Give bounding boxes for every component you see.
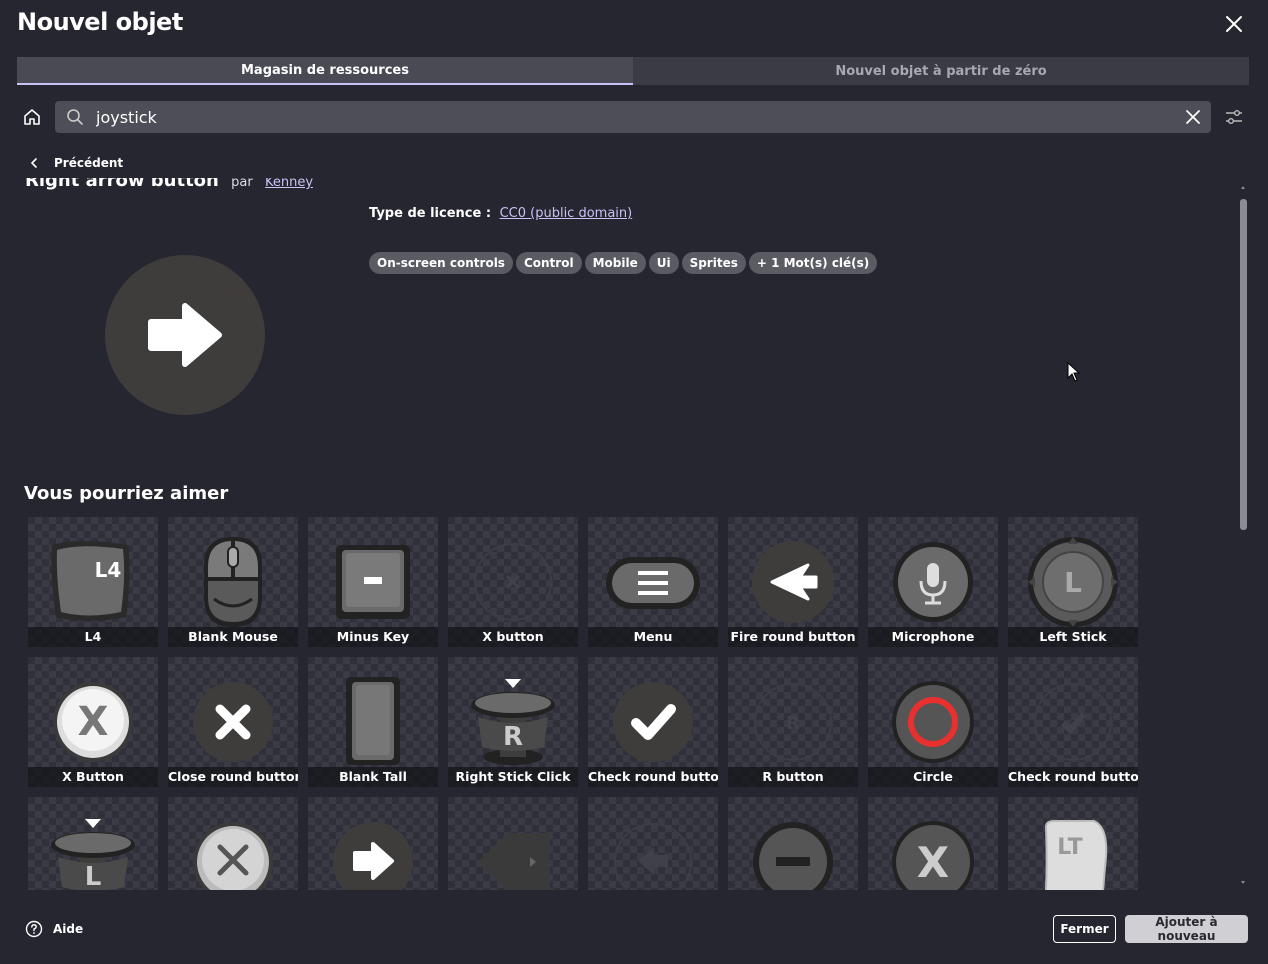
- asset-card-label: X Button: [28, 767, 158, 787]
- asset-card-label: Check round button: [588, 767, 718, 787]
- close-icon[interactable]: [1222, 12, 1246, 36]
- asset-card[interactable]: [448, 797, 578, 890]
- asset-card[interactable]: Microphone: [868, 517, 998, 647]
- asset-title: Right arrow button: [25, 178, 219, 191]
- tag-chip[interactable]: Ui: [648, 252, 679, 274]
- scrollbar-thumb[interactable]: [1240, 199, 1247, 530]
- back-link[interactable]: Précédent: [28, 156, 123, 170]
- svg-text:R: R: [786, 713, 800, 734]
- tag-chip[interactable]: Mobile: [584, 252, 646, 274]
- asset-card[interactable]: Check round button: [1008, 657, 1138, 787]
- asset-preview: [105, 255, 265, 415]
- asset-card-label: R button: [728, 767, 858, 787]
- svg-text:L: L: [85, 862, 102, 890]
- asset-card[interactable]: Minus Key: [308, 517, 438, 647]
- add-again-button[interactable]: Ajouter à nouveau: [1125, 915, 1248, 943]
- asset-card[interactable]: X X Button: [28, 657, 158, 787]
- asset-card[interactable]: [588, 797, 718, 890]
- asset-card-label: Minus Key: [308, 627, 438, 647]
- help-button[interactable]: Aide: [25, 920, 83, 938]
- svg-text:LT: LT: [1057, 835, 1082, 860]
- back-arrow-key-icon: [478, 833, 550, 890]
- asset-card-label: L4: [28, 627, 158, 647]
- asset-card[interactable]: [728, 797, 858, 890]
- left-arrow-faint-icon: [614, 823, 692, 890]
- svg-text:R: R: [503, 722, 523, 752]
- asset-card[interactable]: Circle: [868, 657, 998, 787]
- tag-chip[interactable]: Sprites: [681, 252, 746, 274]
- asset-title-row: Right arrow button par Kenney: [25, 178, 313, 191]
- help-label: Aide: [53, 922, 84, 936]
- asset-card-label: Right Stick Click: [448, 767, 578, 787]
- asset-card-label: Fire round button: [728, 627, 858, 647]
- minus-round-icon: [753, 822, 833, 890]
- asset-card[interactable]: Blank Mouse: [168, 517, 298, 647]
- tab-new-from-scratch[interactable]: Nouvel objet à partir de zéro: [633, 57, 1249, 85]
- more-tags-chip[interactable]: + 1 Mot(s) clé(s): [748, 252, 878, 274]
- asset-card-label: Blank Mouse: [168, 627, 298, 647]
- asset-card[interactable]: R R button: [728, 657, 858, 787]
- close-button[interactable]: Fermer: [1053, 915, 1116, 943]
- back-label: Précédent: [54, 156, 124, 170]
- tag-chip[interactable]: On-screen controls: [369, 252, 513, 274]
- asset-card[interactable]: R Right Stick Click: [448, 657, 578, 787]
- asset-card[interactable]: Check round button: [588, 657, 718, 787]
- clear-search-icon[interactable]: [1183, 107, 1203, 127]
- asset-card[interactable]: Close round button: [168, 657, 298, 787]
- svg-text:L4: L4: [95, 558, 122, 582]
- tab-asset-store[interactable]: Magasin de ressources: [17, 57, 633, 85]
- suggestions-title: Vous pourriez aimer: [24, 483, 229, 504]
- svg-text:X: X: [917, 838, 949, 887]
- asset-card-label: X button: [448, 627, 578, 647]
- home-icon[interactable]: [22, 107, 42, 127]
- x-button-dark-icon: X: [892, 821, 974, 890]
- left-stick-click-icon: L: [51, 819, 135, 890]
- asset-card[interactable]: LT: [1008, 797, 1138, 890]
- asset-card-label: Menu: [588, 627, 718, 647]
- help-icon: [25, 920, 43, 938]
- asset-card[interactable]: X: [868, 797, 998, 890]
- asset-card[interactable]: Menu: [588, 517, 718, 647]
- search-bar: [55, 101, 1211, 133]
- tag-chip[interactable]: Control: [515, 252, 582, 274]
- asset-card-label: Close round button: [168, 767, 298, 787]
- asset-details-scroll-area[interactable]: Right arrow button par Kenney Type de li…: [0, 178, 1240, 890]
- asset-card-label: Check round button: [1008, 767, 1138, 787]
- asset-card-label: Microphone: [868, 627, 998, 647]
- tab-bar: Magasin de ressources Nouvel objet à par…: [17, 57, 1249, 85]
- svg-text:L: L: [1064, 566, 1082, 599]
- license-row: Type de licence : CC0 (public domain): [369, 206, 632, 221]
- suggestions-grid: L4 L4 Blank Mouse Minus Key X button Men…: [28, 517, 1138, 890]
- asset-card-label: Circle: [868, 767, 998, 787]
- x-button-grey-icon: [193, 822, 273, 890]
- asset-card[interactable]: Blank Tall: [308, 657, 438, 787]
- search-icon: [67, 109, 83, 125]
- svg-text:X: X: [78, 699, 109, 745]
- dialog-title: Nouvel objet: [17, 8, 183, 36]
- right-arrow-round-icon: [333, 822, 413, 890]
- asset-card-label: Blank Tall: [308, 767, 438, 787]
- filter-settings-icon[interactable]: [1224, 107, 1244, 127]
- license-label: Type de licence :: [369, 206, 492, 221]
- asset-card[interactable]: X button: [448, 517, 578, 647]
- asset-author-link[interactable]: Kenney: [265, 178, 313, 190]
- license-link[interactable]: CC0 (public domain): [500, 206, 633, 221]
- chevron-left-icon: [30, 158, 37, 168]
- search-input[interactable]: [96, 107, 1183, 127]
- asset-card[interactable]: L4 L4: [28, 517, 158, 647]
- mouse-cursor-icon: [1067, 362, 1081, 382]
- right-arrow-icon: [148, 303, 222, 367]
- asset-card-label: Left Stick: [1008, 627, 1138, 647]
- asset-by: par: [231, 178, 253, 190]
- asset-card[interactable]: L: [28, 797, 158, 890]
- asset-card[interactable]: Fire round button: [728, 517, 858, 647]
- asset-card[interactable]: [308, 797, 438, 890]
- lt-trigger-icon: LT: [1044, 820, 1108, 890]
- asset-card[interactable]: [168, 797, 298, 890]
- asset-card[interactable]: L Left Stick: [1008, 517, 1138, 647]
- tag-list: On-screen controls Control Mobile Ui Spr…: [369, 252, 878, 274]
